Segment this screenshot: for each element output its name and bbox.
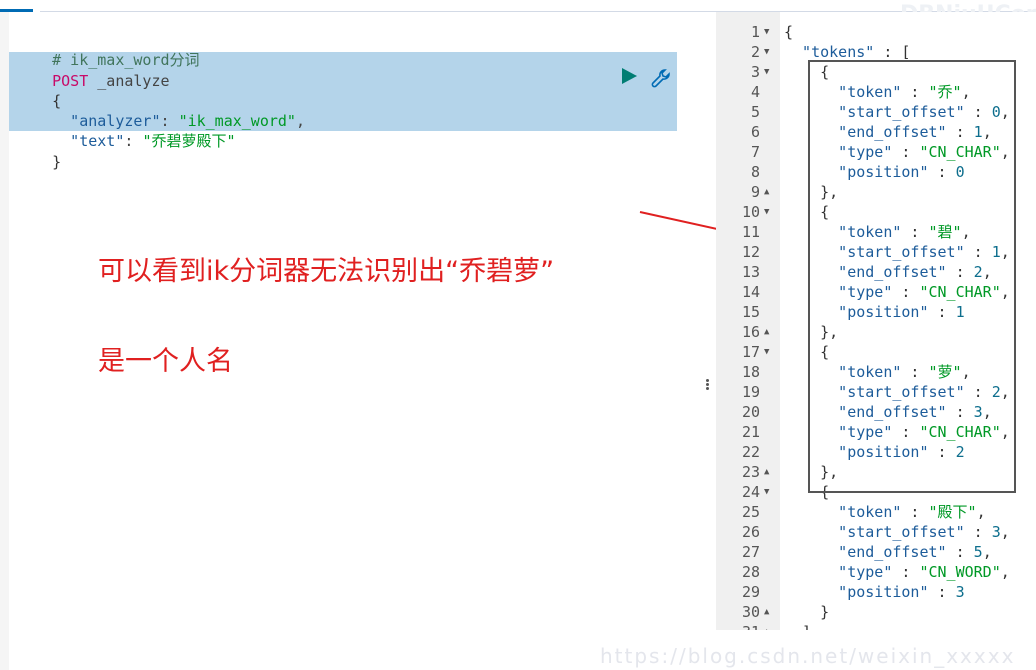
fold-down-icon[interactable]: ▼ [764,42,769,62]
line-number: 18 [741,363,760,381]
json-punct: : [964,523,992,541]
json-string: "殿下" [928,503,977,521]
response-line: } [784,602,829,622]
fold-down-icon[interactable]: ▼ [764,482,769,502]
json-number: 5 [973,543,983,561]
line-number: 3 [750,63,760,81]
response-line: "start_offset" : 3, [784,522,1010,542]
line-number: 19 [741,383,760,401]
line-number: 30 [741,603,760,621]
response-line: { [784,22,793,42]
json-punct: , [976,503,986,521]
annotation-highlight-box [808,60,1016,493]
line-number: 17 [741,343,760,361]
json-punct: : [928,583,956,601]
response-line: "type" : "CN_WORD", [784,562,1010,582]
json-key: "tokens" [784,43,875,61]
fold-down-icon[interactable]: ▼ [764,202,769,222]
line-number: 8 [750,163,760,181]
json-number: 3 [991,523,1001,541]
line-number: 1 [750,23,760,41]
line-number: 24 [741,483,760,501]
json-punct: , [982,543,992,561]
line-number: 28 [741,563,760,581]
line-number: 20 [741,403,760,421]
json-punct: : [892,563,920,581]
line-number: 16 [741,323,760,341]
line-number: 26 [741,523,760,541]
line-number: 27 [741,543,760,561]
fold-up-icon[interactable]: ▲ [764,462,769,482]
line-number: 29 [741,583,760,601]
json-key: "end_offset" [784,543,947,561]
fold-down-icon[interactable]: ▼ [764,62,769,82]
json-punct: , [1000,563,1010,581]
line-number: 12 [741,243,760,261]
response-line: "tokens" : [ [784,42,910,62]
json-punct: : [901,503,929,521]
json-punct: } [784,603,830,621]
fold-up-icon[interactable]: ▲ [764,322,769,342]
json-key: "token" [784,503,902,521]
line-number: 25 [741,503,760,521]
line-number: 23 [741,463,760,481]
panel-resizer-handle[interactable] [703,378,711,394]
response-line: "token" : "殿下", [784,502,986,522]
line-number: 7 [750,143,760,161]
line-number: 6 [750,123,760,141]
json-string: "CN_WORD" [919,563,1001,581]
fold-up-icon[interactable]: ▲ [764,182,769,202]
json-number: 3 [955,583,965,601]
line-number: 21 [741,423,760,441]
line-number: 2 [750,43,760,61]
json-punct: : [946,543,974,561]
json-punct: , [1000,523,1010,541]
line-number: 9 [750,183,760,201]
fold-down-icon[interactable]: ▼ [764,22,769,42]
line-number: 15 [741,303,760,321]
line-number: 5 [750,103,760,121]
line-number: 22 [741,443,760,461]
line-number: 4 [750,83,760,101]
json-key: "position" [784,583,929,601]
line-number: 13 [741,263,760,281]
fold-up-icon[interactable]: ▲ [764,602,769,622]
json-punct: : [ [874,43,911,61]
line-number: 11 [741,223,760,241]
json-punct: { [784,23,794,41]
response-line: "end_offset" : 5, [784,542,992,562]
json-key: "type" [784,563,893,581]
response-line: "position" : 3 [784,582,965,602]
fold-down-icon[interactable]: ▼ [764,342,769,362]
line-number: 14 [741,283,760,301]
watermark-text: https://blog.csdn.net/weixin_xxxxx [600,644,1016,668]
json-key: "start_offset" [784,523,965,541]
line-number: 10 [741,203,760,221]
